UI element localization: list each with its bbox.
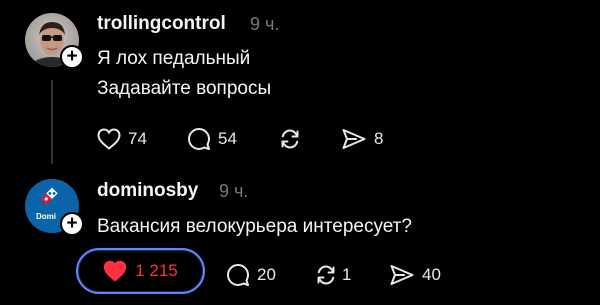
post-text-line-1: Вакансия велокурьера интересует?: [97, 216, 412, 237]
send-icon: [390, 265, 414, 285]
post-username[interactable]: trollingcontrol: [97, 13, 226, 35]
repost-count: 1: [342, 265, 352, 284]
follow-plus-icon[interactable]: +: [60, 45, 84, 69]
post-text-line-2: Задавайте вопросы: [97, 78, 272, 99]
like-button-active[interactable]: 1 215: [76, 248, 205, 294]
comment-bubble-icon: [188, 128, 210, 150]
like-count: 74: [128, 129, 147, 148]
post-timestamp: 9 ч.: [219, 181, 249, 201]
repost-icon: [317, 265, 335, 285]
post-trollingcontrol: + trollingcontrol 9 ч. Я лох педальный З…: [0, 0, 600, 170]
repost-icon: [281, 129, 299, 149]
like-count: 1 215: [135, 261, 178, 280]
comment-button[interactable]: 20: [226, 260, 276, 290]
comment-count: 54: [218, 129, 237, 148]
send-icon: [342, 129, 366, 149]
share-button[interactable]: 8: [341, 124, 383, 154]
thread-line: [51, 80, 53, 164]
comment-button[interactable]: 54: [187, 124, 237, 154]
post-text-line-1: Я лох педальный: [97, 48, 251, 69]
post-username[interactable]: dominosby: [97, 180, 198, 202]
like-button[interactable]: 74: [97, 124, 147, 154]
heart-filled-icon: [103, 260, 127, 282]
share-count: 8: [374, 129, 384, 148]
avatar-logo-text: Domi: [36, 212, 56, 221]
follow-plus-icon[interactable]: +: [60, 212, 84, 236]
heart-icon: [97, 128, 121, 150]
repost-button[interactable]: [278, 124, 309, 154]
comment-bubble-icon: [227, 264, 249, 286]
post-timestamp: 9 ч.: [250, 14, 280, 34]
repost-button[interactable]: 1: [314, 260, 351, 290]
share-count: 40: [422, 265, 441, 284]
share-button[interactable]: 40: [389, 260, 441, 290]
comment-count: 20: [257, 265, 276, 284]
